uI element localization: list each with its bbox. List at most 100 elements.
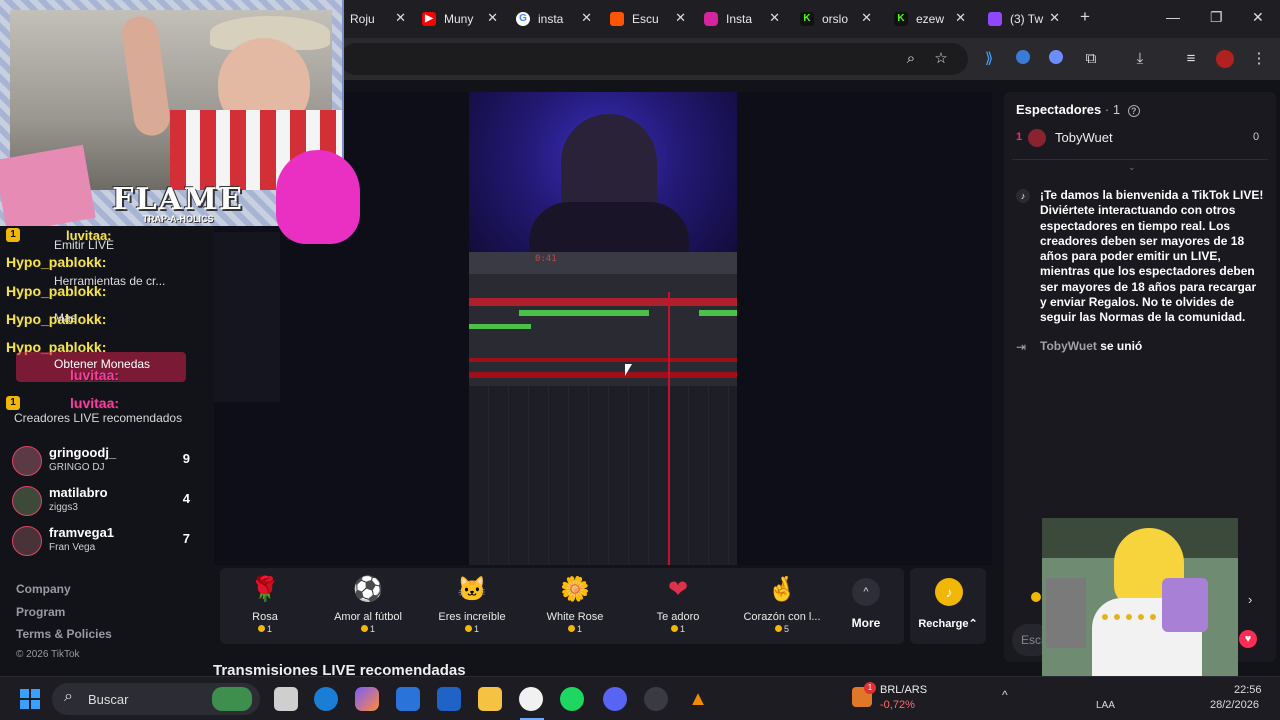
browser-tab[interactable]: (3) Tw ✕ <box>988 6 1060 32</box>
recommended-creator-item[interactable]: matilabro ziggs3 4 <box>12 484 202 518</box>
viewer-count: 9 <box>182 451 190 466</box>
avatar <box>12 446 42 476</box>
tab-close-icon[interactable]: ✕ <box>1049 10 1060 26</box>
browser-tab[interactable]: K orslo ✕ <box>800 6 872 32</box>
gift-item[interactable]: 🤞 Corazón con l... 5 <box>730 568 834 644</box>
tab-close-icon[interactable]: ✕ <box>861 10 872 26</box>
edge-icon[interactable] <box>314 687 338 711</box>
streamer-shoulders <box>529 202 689 252</box>
chevron-up-icon: ^ <box>852 578 880 606</box>
gift-item[interactable]: ⚽ Amor al fútbol 1 <box>316 568 420 644</box>
mail-icon[interactable] <box>437 687 461 711</box>
recommended-creator-item[interactable]: gringoodj_ GRINGO DJ 9 <box>12 444 202 478</box>
ticker-name[interactable]: BRL/ARS <box>880 684 927 696</box>
youtube-icon: ▶ <box>422 12 436 26</box>
gift-item[interactable]: 🐱 Eres increíble 1 <box>420 568 524 644</box>
browser-menu-icon[interactable]: ⋮ <box>1250 50 1268 68</box>
avatar <box>12 486 42 516</box>
gift-more-button[interactable]: ^ More <box>840 568 892 644</box>
tab-label: Escu <box>632 12 659 26</box>
window-close-icon[interactable]: ✕ <box>1252 9 1264 26</box>
windows-taskbar: ⌕ Buscar ▲ 1 BRL/ARS -0,72% ^ LAA 22:56 … <box>0 676 1280 720</box>
extension-icon[interactable]: ⟫ <box>980 50 998 68</box>
kick-icon: K <box>800 12 814 26</box>
tab-close-icon[interactable]: ✕ <box>487 10 498 26</box>
extension-icon[interactable] <box>1014 50 1032 68</box>
join-icon: ⇥ <box>1016 340 1027 354</box>
search-highlight-icon <box>212 687 252 711</box>
vlc-icon[interactable]: ▲ <box>686 687 710 711</box>
chrome-icon[interactable] <box>519 687 543 711</box>
tiktok-icon: ♪ <box>1016 189 1030 203</box>
recommended-creator-item[interactable]: framvega1 Fran Vega 7 <box>12 524 202 558</box>
tab-close-icon[interactable]: ✕ <box>769 10 780 26</box>
creator-name: matilabro <box>49 485 108 500</box>
media-control-icon[interactable]: ≡ <box>1182 50 1200 68</box>
like-heart-icon[interactable]: ♥ <box>1239 630 1257 648</box>
browser-tab[interactable]: Roju ✕ <box>350 6 406 32</box>
store-icon[interactable] <box>396 687 420 711</box>
chevron-down-icon[interactable]: ⌄ <box>1128 162 1136 173</box>
file-explorer-icon[interactable] <box>478 687 502 711</box>
viewer-count: 7 <box>182 531 190 546</box>
minimize-icon[interactable]: — <box>1166 9 1180 25</box>
task-view-icon[interactable] <box>274 687 298 711</box>
google-icon: G <box>516 12 530 26</box>
app-icon[interactable] <box>644 687 668 711</box>
zoom-icon[interactable]: ⌕ <box>902 50 920 68</box>
extension-icon[interactable] <box>1047 50 1065 68</box>
search-placeholder: Buscar <box>88 692 129 707</box>
tab-close-icon[interactable]: ✕ <box>955 10 966 26</box>
footer-link-company[interactable]: Company <box>16 582 71 596</box>
browser-tab[interactable]: Escu ✕ <box>610 6 686 32</box>
gift-name: Rosa <box>252 611 278 623</box>
coin-icon <box>257 625 265 632</box>
clock-time[interactable]: 22:56 <box>1234 684 1262 696</box>
footer-link-terms[interactable]: Terms & Policies <box>16 627 112 641</box>
chat-username: Hypo_pablokk: <box>6 283 107 299</box>
tray-chevron-up-icon[interactable]: ^ <box>1002 688 1008 702</box>
gift-item[interactable]: ❤ Te adoro 1 <box>626 568 730 644</box>
profile-avatar[interactable] <box>1216 50 1234 68</box>
football-heart-icon: ⚽ <box>353 576 383 603</box>
browser-tab[interactable]: ▶ Muny ✕ <box>422 6 498 32</box>
language-indicator[interactable]: LAA <box>1096 700 1115 711</box>
discord-icon[interactable] <box>603 687 627 711</box>
browser-tab[interactable]: Insta ✕ <box>704 6 780 32</box>
puzzle-extensions-icon[interactable]: ⧉ <box>1082 50 1100 68</box>
white-rose-icon: 🌼 <box>560 576 590 603</box>
gift-item[interactable]: 🌼 White Rose 1 <box>523 568 627 644</box>
viewer-row[interactable]: 1 TobyWuet 0 <box>1016 129 1266 149</box>
maximize-icon[interactable]: ❐ <box>1210 9 1223 26</box>
gift-cost: 1 <box>626 624 730 634</box>
cat-icon: 🐱 <box>457 576 487 603</box>
recharge-button[interactable]: ♪ Recharge⌃ <box>910 568 986 644</box>
tab-close-icon[interactable]: ✕ <box>395 10 406 26</box>
viewer-rank: 1 <box>1016 131 1023 143</box>
new-tab-button[interactable]: + <box>1080 7 1090 27</box>
spotify-icon[interactable] <box>560 687 584 711</box>
browser-tab[interactable]: K ezew ✕ <box>894 6 966 32</box>
pink-buddha-sticker <box>276 150 360 244</box>
address-bar[interactable] <box>340 43 968 75</box>
help-icon[interactable]: ? <box>1127 105 1140 117</box>
finger-heart-icon: 🤞 <box>767 576 797 603</box>
rose-icon: 🌹 <box>250 576 280 603</box>
tab-close-icon[interactable]: ✕ <box>581 10 592 26</box>
clock-date[interactable]: 28/2/2026 <box>1210 699 1259 711</box>
live-video-player[interactable]: 0:41 <box>469 92 737 565</box>
bookmark-star-icon[interactable]: ☆ <box>932 50 950 68</box>
windows-start-icon[interactable] <box>20 689 40 709</box>
taskbar-search[interactable]: ⌕ Buscar <box>52 683 260 715</box>
chevron-right-icon[interactable]: › <box>1248 592 1252 607</box>
download-icon[interactable]: ⤓ <box>1131 50 1149 68</box>
gift-item[interactable]: 🌹 Rosa 1 <box>213 568 317 644</box>
browser-tab[interactable]: G insta ✕ <box>516 6 592 32</box>
tab-close-icon[interactable]: ✕ <box>675 10 686 26</box>
footer-link-program[interactable]: Program <box>16 605 65 619</box>
footer-copyright: © 2026 TikTok <box>16 649 80 660</box>
chat-username: luvitaa: <box>70 367 120 383</box>
copilot-icon[interactable] <box>355 687 379 711</box>
divider <box>1012 159 1268 160</box>
gift-name: Corazón con l... <box>743 611 821 623</box>
